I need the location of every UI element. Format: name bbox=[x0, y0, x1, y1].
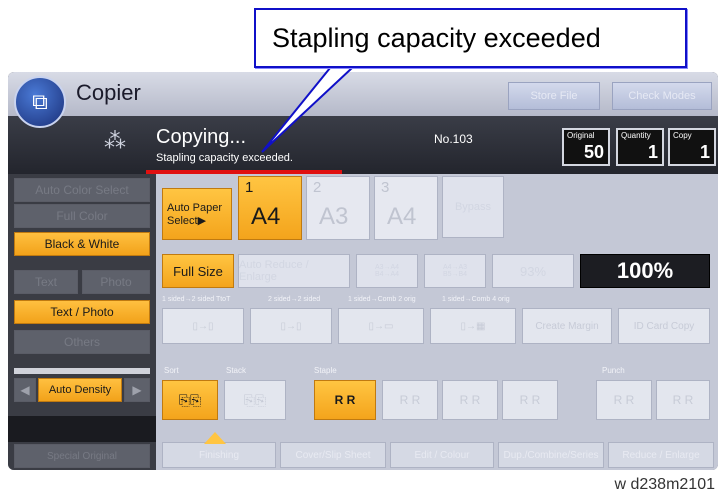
density-darker-button[interactable]: ▶ bbox=[124, 378, 150, 402]
job-number: No.103 bbox=[434, 132, 473, 146]
combine-2-button[interactable]: ▯→▭ bbox=[338, 308, 424, 344]
tab-dup-combine-series[interactable]: Dup./Combine/Series bbox=[498, 442, 604, 468]
tab-cover-slip[interactable]: Cover/Slip Sheet bbox=[280, 442, 386, 468]
left-column: Auto Color Select Full Color Black & Whi… bbox=[8, 174, 156, 470]
tray-2-number: 2 bbox=[313, 179, 322, 196]
job-tree-icon: ⁂ bbox=[104, 128, 126, 153]
stack-button[interactable]: ⎘⎘ bbox=[224, 380, 286, 420]
full-size-button[interactable]: Full Size bbox=[162, 254, 234, 288]
tray-3-size: A4 bbox=[387, 203, 417, 230]
highlight-underline bbox=[146, 170, 342, 174]
tray-3-number: 3 bbox=[381, 179, 390, 196]
tray-3-button[interactable]: 3 A4 bbox=[374, 176, 438, 240]
figure-caption: w d238m2101 bbox=[614, 476, 715, 493]
text-mode-button[interactable]: Text bbox=[14, 270, 78, 294]
staple-top-left-button[interactable]: R R bbox=[314, 380, 376, 420]
punch-label: Punch bbox=[602, 366, 625, 375]
staple-two-top-button[interactable]: R R bbox=[502, 380, 558, 420]
reduce-preset-1-button[interactable]: A3→A4 B4→A4 bbox=[356, 254, 418, 288]
original-counter: Original 50 bbox=[562, 128, 610, 166]
app-title: Copier bbox=[76, 80, 141, 105]
stack-label: Stack bbox=[226, 366, 247, 375]
special-original-button[interactable]: Special Original bbox=[14, 444, 150, 468]
punch-top-button[interactable]: R R bbox=[656, 380, 710, 420]
status-main-text: Copying... bbox=[156, 126, 247, 148]
sort-label: Sort bbox=[164, 366, 179, 375]
ratio-display: 100% bbox=[580, 254, 710, 288]
photo-mode-button[interactable]: Photo bbox=[82, 270, 150, 294]
quantity-counter: Quantity 1 bbox=[616, 128, 664, 166]
others-mode-button[interactable]: Others bbox=[14, 330, 150, 354]
original-value: 50 bbox=[583, 142, 604, 162]
check-modes-button[interactable]: Check Modes bbox=[612, 82, 712, 110]
duplex-1-2-button[interactable]: ▯→▯ bbox=[162, 308, 244, 344]
content-area: Auto Color Select Full Color Black & Whi… bbox=[8, 174, 718, 470]
combine-4-button[interactable]: ▯→▦ bbox=[430, 308, 516, 344]
duplex-2-2-button[interactable]: ▯→▯ bbox=[250, 308, 332, 344]
status-bar: ⁂ Copying... Stapling capacity exceeded.… bbox=[8, 116, 718, 174]
staple-label: Staple bbox=[314, 366, 337, 375]
title-bar: Copier Store File Check Modes bbox=[8, 72, 718, 116]
duplex-label-3: 1 sided→Comb 2 orig bbox=[348, 296, 416, 303]
tray-2-size: A3 bbox=[319, 203, 349, 230]
copy-counter: Copy 1 bbox=[668, 128, 716, 166]
tray-1-number: 1 bbox=[245, 179, 254, 196]
tab-edit-colour[interactable]: Edit / Colour bbox=[390, 442, 494, 468]
text-photo-mode-button[interactable]: Text / Photo bbox=[14, 300, 150, 324]
duplex-label-4: 1 sided→Comb 4 orig bbox=[442, 296, 510, 303]
quantity-value: 1 bbox=[647, 142, 658, 162]
auto-density-button[interactable]: Auto Density bbox=[38, 378, 122, 402]
full-color-button[interactable]: Full Color bbox=[14, 204, 150, 228]
density-scale bbox=[14, 368, 150, 374]
staple-two-left-button[interactable]: R R bbox=[442, 380, 498, 420]
left-spacer bbox=[8, 416, 156, 442]
copier-panel: Copier Store File Check Modes ⧉ ⁂ Copyin… bbox=[8, 72, 718, 470]
create-margin-button[interactable]: Create Margin bbox=[522, 308, 612, 344]
main-settings: Auto Paper Select▶ 1 A4 2 A3 3 A4 Bypass… bbox=[156, 174, 718, 470]
density-lighter-button[interactable]: ◀ bbox=[14, 378, 36, 402]
tab-pointer-icon bbox=[204, 432, 226, 444]
auto-paper-select-button[interactable]: Auto Paper Select▶ bbox=[162, 188, 232, 240]
tray-1-size: A4 bbox=[251, 203, 281, 230]
auto-color-select-button[interactable]: Auto Color Select bbox=[14, 178, 150, 202]
reduce-preset-3-button[interactable]: 93% bbox=[492, 254, 574, 288]
callout-box: Stapling capacity exceeded bbox=[254, 8, 687, 68]
tab-finishing[interactable]: Finishing bbox=[162, 442, 276, 468]
store-file-button[interactable]: Store File bbox=[508, 82, 600, 110]
reduce-preset-2-button[interactable]: A4→A3 B5→B4 bbox=[424, 254, 486, 288]
bypass-tray-button[interactable]: Bypass bbox=[442, 176, 504, 238]
auto-reduce-enlarge-button[interactable]: Auto Reduce / Enlarge bbox=[238, 254, 350, 288]
id-card-copy-button[interactable]: ID Card Copy bbox=[618, 308, 710, 344]
black-white-button[interactable]: Black & White bbox=[14, 232, 150, 256]
duplex-label-1: 1 sided→2 sided TtoT bbox=[162, 296, 231, 303]
callout-text: Stapling capacity exceeded bbox=[272, 22, 601, 53]
tray-1-button[interactable]: 1 A4 bbox=[238, 176, 302, 240]
copy-label: Copy bbox=[673, 131, 692, 140]
quantity-label: Quantity bbox=[621, 131, 651, 140]
copier-logo-icon[interactable]: ⧉ bbox=[14, 76, 66, 128]
status-sub-text: Stapling capacity exceeded. bbox=[156, 152, 293, 164]
copy-value: 1 bbox=[699, 142, 710, 162]
duplex-label-2: 2 sided→2 sided bbox=[268, 296, 321, 303]
original-label: Original bbox=[567, 131, 595, 140]
staple-top-right-button[interactable]: R R bbox=[382, 380, 438, 420]
tray-2-button[interactable]: 2 A3 bbox=[306, 176, 370, 240]
tab-reduce-enlarge[interactable]: Reduce / Enlarge bbox=[608, 442, 714, 468]
sort-button[interactable]: ⎘⎘ bbox=[162, 380, 218, 420]
punch-left-button[interactable]: R R bbox=[596, 380, 652, 420]
